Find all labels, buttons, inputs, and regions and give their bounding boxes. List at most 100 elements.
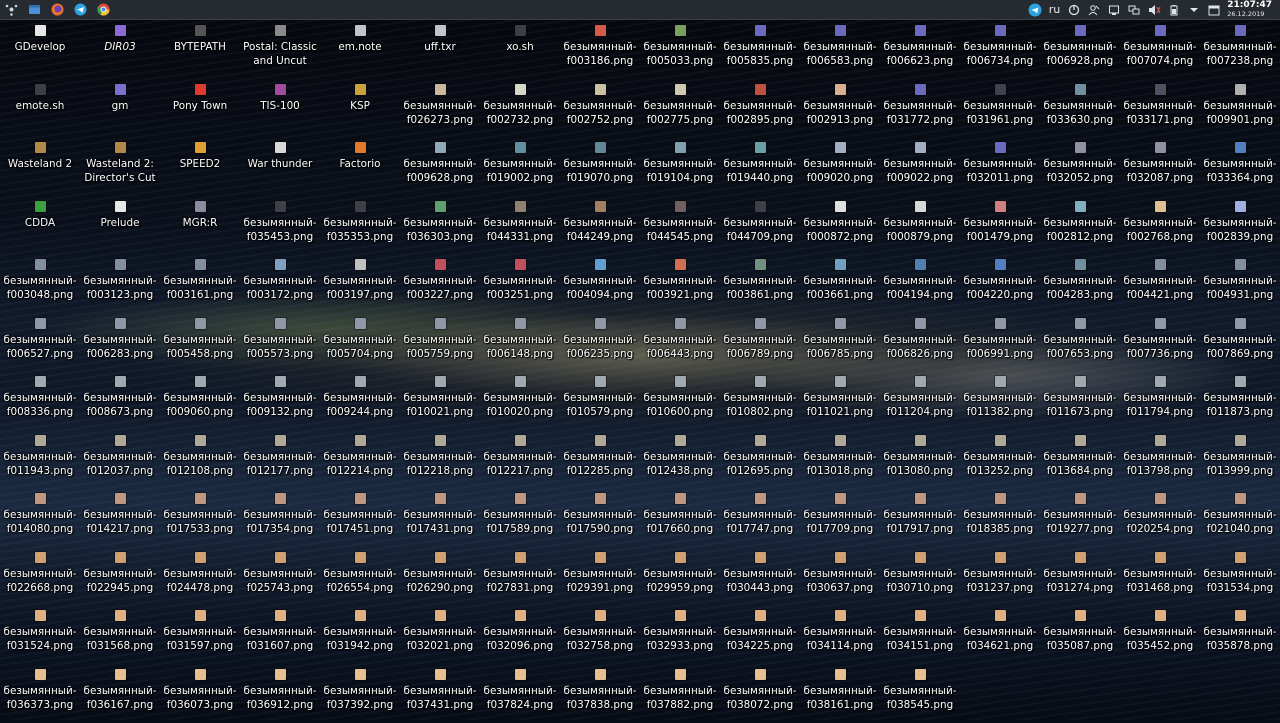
desktop-icon[interactable]: безымянный-f037882.png (640, 665, 720, 723)
desktop-icon[interactable]: безымянный-f005835.png (720, 21, 800, 79)
desktop-icon[interactable]: безымянный-f003921.png (640, 255, 720, 313)
desktop-icon[interactable]: безымянный-f035353.png (320, 197, 400, 255)
desktop-icon[interactable]: War thunder (240, 138, 320, 196)
desktop-icon[interactable]: безымянный-f010021.png (400, 372, 480, 430)
telegram-icon[interactable] (73, 2, 88, 17)
desktop-icon[interactable]: безымянный-f003048.png (0, 255, 80, 313)
desktop-icon[interactable]: безымянный-f031568.png (80, 606, 160, 664)
desktop-icon[interactable]: безымянный-f044709.png (720, 197, 800, 255)
desktop-icon[interactable]: безымянный-f005033.png (640, 21, 720, 79)
desktop-icon[interactable]: безымянный-f010600.png (640, 372, 720, 430)
desktop-icon[interactable]: безымянный-f017660.png (640, 489, 720, 547)
desktop-icon[interactable]: безымянный-f037838.png (560, 665, 640, 723)
desktop-icon[interactable]: Pony Town (160, 80, 240, 138)
desktop-icon[interactable]: безымянный-f011382.png (960, 372, 1040, 430)
desktop-icon[interactable]: безымянный-f032933.png (640, 606, 720, 664)
desktop-icon[interactable]: безымянный-f012037.png (80, 431, 160, 489)
desktop-icon[interactable]: безымянный-f026290.png (400, 548, 480, 606)
desktop-icon[interactable]: безымянный-f031772.png (880, 80, 960, 138)
desktop-icon[interactable]: безымянный-f034225.png (720, 606, 800, 664)
desktop-icon[interactable]: безымянный-f002752.png (560, 80, 640, 138)
desktop-icon[interactable]: безымянный-f019070.png (560, 138, 640, 196)
desktop-icon[interactable]: безымянный-f007736.png (1120, 314, 1200, 372)
desktop-icon[interactable]: Factorio (320, 138, 400, 196)
desktop-icon[interactable]: безымянный-f032096.png (480, 606, 560, 664)
desktop-icon[interactable]: безымянный-f018385.png (960, 489, 1040, 547)
calendar-icon[interactable] (1207, 3, 1221, 17)
desktop-icon[interactable]: безымянный-f002812.png (1040, 197, 1120, 255)
desktop-icon[interactable]: безымянный-f006443.png (640, 314, 720, 372)
desktop-icon[interactable]: безымянный-f013018.png (800, 431, 880, 489)
app-menu-icon[interactable] (4, 2, 19, 17)
desktop-icon[interactable]: безымянный-f000879.png (880, 197, 960, 255)
desktop-icon[interactable]: безымянный-f001479.png (960, 197, 1040, 255)
desktop-icon[interactable]: безымянный-f010579.png (560, 372, 640, 430)
desktop-icon[interactable]: безымянный-f007074.png (1120, 21, 1200, 79)
desktop-icon[interactable]: GDevelop (0, 21, 80, 79)
desktop-icon[interactable]: безымянный-f007869.png (1200, 314, 1280, 372)
desktop-icon[interactable]: безымянный-f009901.png (1200, 80, 1280, 138)
keyboard-layout-indicator[interactable]: ru (1049, 3, 1061, 16)
desktop-icon[interactable]: BYTEPATH (160, 21, 240, 79)
desktop-icon[interactable]: безымянный-f013684.png (1040, 431, 1120, 489)
desktop-icon[interactable]: KSP (320, 80, 400, 138)
file-manager-icon[interactable] (27, 2, 42, 17)
desktop-icon[interactable]: TIS-100 (240, 80, 320, 138)
desktop-icon[interactable]: безымянный-f005704.png (320, 314, 400, 372)
desktop-icon[interactable]: безымянный-f012285.png (560, 431, 640, 489)
desktop-icon[interactable]: безымянный-f012218.png (400, 431, 480, 489)
desktop-icon[interactable]: безымянный-f034114.png (800, 606, 880, 664)
desktop-icon[interactable]: безымянный-f003661.png (800, 255, 880, 313)
desktop-icon[interactable]: безымянный-f017747.png (720, 489, 800, 547)
desktop-icon[interactable]: безымянный-f017533.png (160, 489, 240, 547)
desktop-icon[interactable]: безымянный-f013999.png (1200, 431, 1280, 489)
desktop-icon[interactable]: безымянный-f006235.png (560, 314, 640, 372)
desktop-icon[interactable]: безымянный-f005759.png (400, 314, 480, 372)
desktop-icon[interactable]: безымянный-f009132.png (240, 372, 320, 430)
desktop-icon[interactable]: безымянный-f035878.png (1200, 606, 1280, 664)
desktop-icon[interactable]: безымянный-f036167.png (80, 665, 160, 723)
desktop-icon[interactable]: безымянный-f031274.png (1040, 548, 1120, 606)
desktop-icon[interactable]: безымянный-f029959.png (640, 548, 720, 606)
desktop-icon[interactable]: безымянный-f003186.png (560, 21, 640, 79)
desktop-icon[interactable]: безымянный-f012214.png (320, 431, 400, 489)
desktop-icon[interactable]: безымянный-f036303.png (400, 197, 480, 255)
user-switch-icon[interactable] (1087, 3, 1101, 17)
desktop-icon[interactable]: безымянный-f004194.png (880, 255, 960, 313)
desktop-icon[interactable]: безымянный-f006785.png (800, 314, 880, 372)
desktop-icon[interactable]: безымянный-f017354.png (240, 489, 320, 547)
firefox-icon[interactable] (50, 2, 65, 17)
desktop-icon[interactable]: безымянный-f035452.png (1120, 606, 1200, 664)
desktop-icon[interactable]: безымянный-f038545.png (880, 665, 960, 723)
desktop-icon[interactable]: безымянный-f013252.png (960, 431, 1040, 489)
desktop-icon[interactable]: безымянный-f036373.png (0, 665, 80, 723)
desktop-icon[interactable]: безымянный-f037431.png (400, 665, 480, 723)
desktop-icon[interactable]: безымянный-f030710.png (880, 548, 960, 606)
desktop-icon[interactable]: безымянный-f017590.png (560, 489, 640, 547)
device-notifier-icon[interactable] (1107, 3, 1121, 17)
desktop-icon[interactable]: безымянный-f007238.png (1200, 21, 1280, 79)
desktop-icon[interactable]: безымянный-f002768.png (1120, 197, 1200, 255)
desktop-icon[interactable]: DIR03 (80, 21, 160, 79)
desktop-icon[interactable]: безымянный-f011943.png (0, 431, 80, 489)
chrome-icon[interactable] (96, 2, 111, 17)
desktop-icon[interactable]: безымянный-f011673.png (1040, 372, 1120, 430)
desktop-icon[interactable]: безымянный-f020254.png (1120, 489, 1200, 547)
desktop-icon[interactable]: безымянный-f012438.png (640, 431, 720, 489)
desktop-icon[interactable]: безымянный-f044545.png (640, 197, 720, 255)
desktop-icon[interactable]: безымянный-f009022.png (880, 138, 960, 196)
desktop-icon[interactable]: безымянный-f009244.png (320, 372, 400, 430)
desktop-icon[interactable]: безымянный-f032758.png (560, 606, 640, 664)
desktop-icon[interactable]: безымянный-f032011.png (960, 138, 1040, 196)
desktop-icon[interactable]: безымянный-f017709.png (800, 489, 880, 547)
desktop-icon[interactable]: безымянный-f029391.png (560, 548, 640, 606)
desktop-icon[interactable]: безымянный-f011204.png (880, 372, 960, 430)
battery-icon[interactable] (1167, 3, 1181, 17)
clipboard-icon[interactable] (1067, 3, 1081, 17)
desktop-icon[interactable]: безымянный-f031237.png (960, 548, 1040, 606)
desktop-icon[interactable]: Wasteland 2 (0, 138, 80, 196)
desktop-icon[interactable]: безымянный-f004421.png (1120, 255, 1200, 313)
desktop-icon[interactable]: безымянный-f002913.png (800, 80, 880, 138)
desktop-icon[interactable]: безымянный-f032021.png (400, 606, 480, 664)
desktop-icon[interactable]: безымянный-f003172.png (240, 255, 320, 313)
